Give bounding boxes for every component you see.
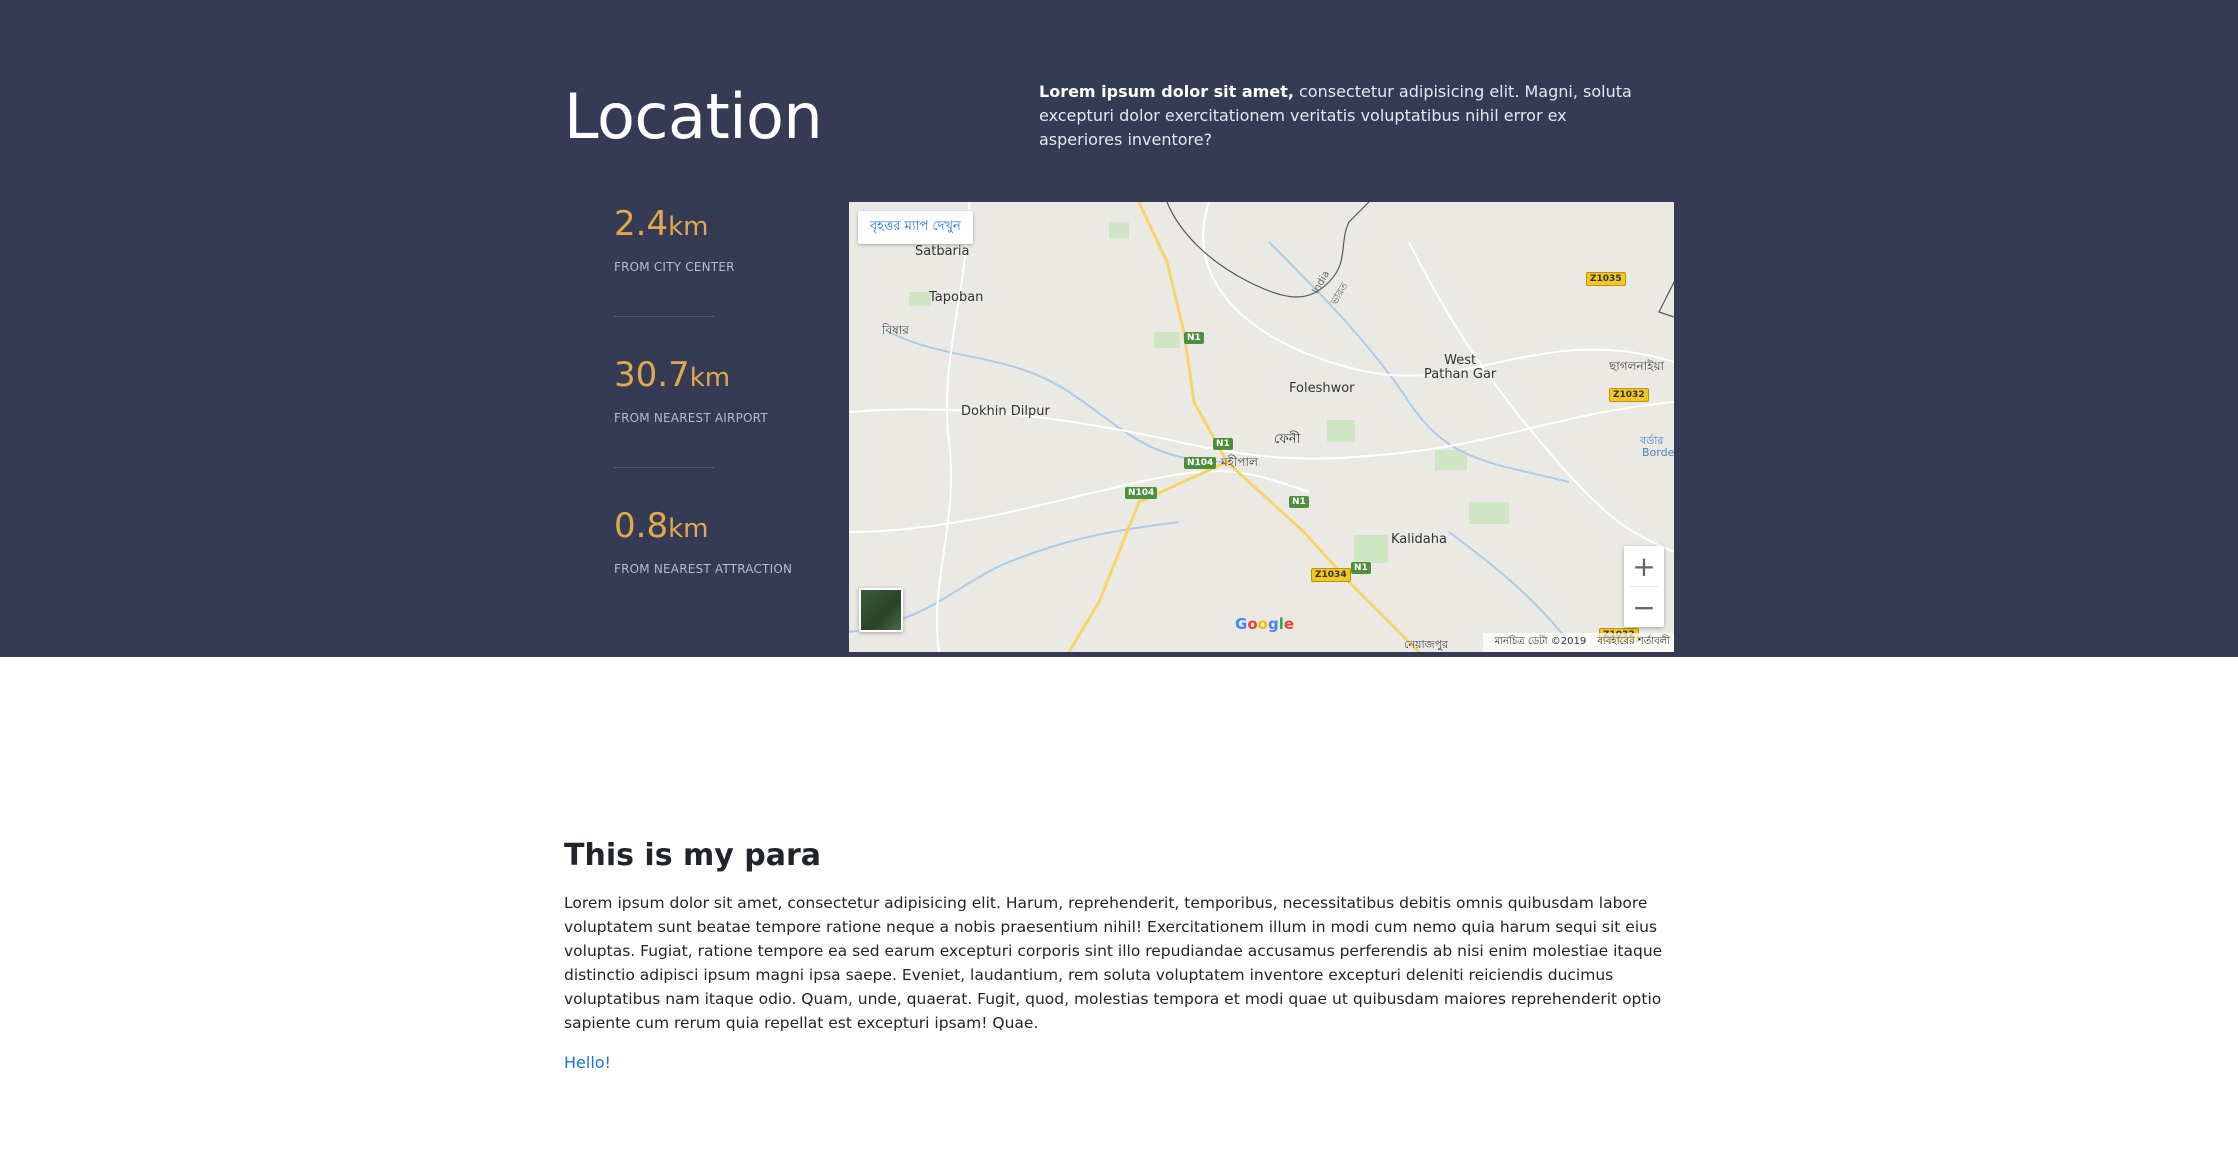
location-intro: Lorem ipsum dolor sit amet, consectetur … (1039, 80, 1649, 152)
stat-attraction: 0.8km From nearest attraction (614, 502, 804, 653)
location-title: Location (564, 80, 823, 153)
paragraph-title: This is my para (564, 838, 822, 873)
place-tapoban: Tapoban (929, 290, 984, 305)
road-shield-z1034: Z1034 (1311, 568, 1351, 582)
road-shield-n1: N1 (1351, 562, 1371, 574)
place-mohipal: মহীপাল (1221, 455, 1258, 469)
place-kalidaha: Kalidaha (1391, 532, 1447, 547)
distance-stats: 2.4km From city center 30.7km From neare… (614, 200, 804, 653)
place-foleshwor: Foleshwor (1289, 381, 1355, 396)
place-dokhin-dilpur: Dokhin Dilpur (961, 404, 1050, 419)
stat-value: 2.4km (614, 204, 709, 244)
road-shield-n104: N104 (1184, 457, 1217, 469)
stat-divider (614, 316, 714, 317)
stat-value: 30.7km (614, 355, 731, 395)
place-satbaria: Satbaria (915, 244, 970, 259)
stat-divider (614, 467, 714, 468)
zoom-out-button[interactable]: − (1624, 587, 1664, 627)
place-border-en: Border (1642, 446, 1674, 459)
zoom-control: + − (1624, 546, 1664, 627)
stat-label: From nearest airport (614, 411, 768, 425)
stat-city-center: 2.4km From city center (614, 200, 804, 351)
place-west-pathan-gar: West Pathan Gar (1424, 353, 1497, 382)
place-feni: ফেনী (1274, 432, 1301, 447)
paragraph-body: Lorem ipsum dolor sit amet, consectetur … (564, 894, 1663, 1032)
map-roads (849, 202, 1674, 652)
google-logo[interactable]: Google (1235, 615, 1294, 633)
location-section: Location Lorem ipsum dolor sit amet, con… (0, 0, 2238, 657)
road-shield-n1: N1 (1184, 332, 1204, 344)
place-chagalnaiya: ছাগলনাইয়া (1609, 359, 1664, 373)
zoom-in-button[interactable]: + (1624, 546, 1664, 586)
terms-of-use-link[interactable]: ব্যবহারের শর্তাবলী (1597, 636, 1670, 647)
road-shield-z1032: Z1032 (1609, 388, 1649, 402)
satellite-toggle-thumbnail[interactable] (859, 588, 903, 632)
road-shield-n1: N1 (1289, 496, 1309, 508)
place-bikhar: বিষার (882, 323, 909, 337)
road-shield-n1: N1 (1213, 438, 1233, 450)
map-data-credit: মানচিত্র ডেটা ©2019 (1494, 636, 1587, 647)
stat-label: From nearest attraction (614, 562, 793, 576)
hello-link[interactable]: Hello! (564, 1053, 611, 1072)
intro-bold: Lorem ipsum dolor sit amet, (1039, 82, 1294, 101)
place-noyajpur: নেয়াজপুর (1404, 638, 1449, 651)
road-shield-z1035: Z1035 (1586, 272, 1626, 286)
embedded-map[interactable]: বৃহত্তর ম্যাপ দেখুন Satbaria Tapoban বিষ… (849, 202, 1674, 652)
map-attribution: মানচিত্র ডেটা ©2019 ব্যবহারের শর্তাবলী (1482, 633, 1674, 652)
stat-label: From city center (614, 260, 735, 274)
view-larger-map-link[interactable]: বৃহত্তর ম্যাপ দেখুন (858, 211, 973, 244)
stat-value: 0.8km (614, 506, 709, 546)
stat-airport: 30.7km From nearest airport (614, 351, 804, 502)
road-shield-n104: N104 (1125, 487, 1158, 499)
